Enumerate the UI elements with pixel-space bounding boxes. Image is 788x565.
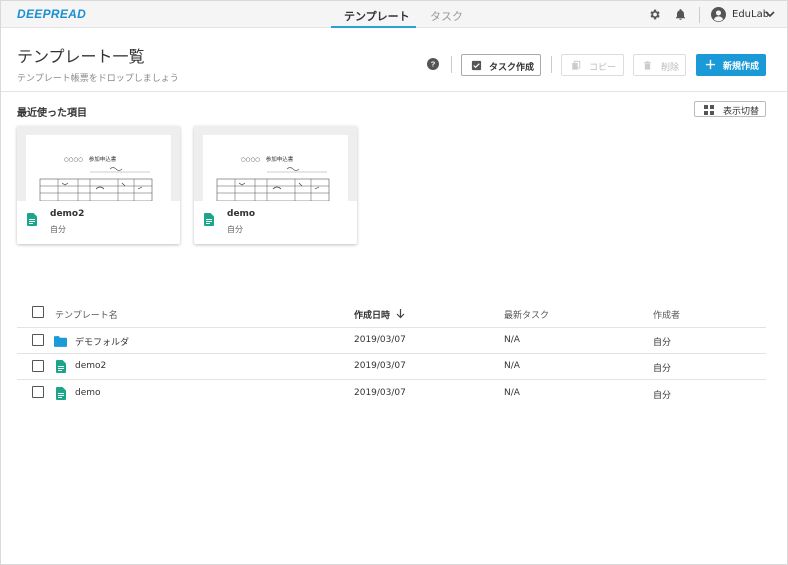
toggle-view-label: 表示切替 <box>723 107 760 117</box>
card-name: demo2 <box>50 209 85 219</box>
user-avatar-icon[interactable] <box>711 7 726 22</box>
new-template-label: 新規作成 <box>723 62 760 72</box>
row-name[interactable]: demo2 <box>75 361 106 371</box>
select-all-checkbox[interactable] <box>32 306 44 318</box>
row-created: 2019/03/07 <box>354 388 406 398</box>
delete-button[interactable]: 削除 <box>633 54 686 76</box>
row-author: 自分 <box>653 391 672 401</box>
page-subtitle: テンプレート帳票をドロップしましょう <box>17 74 179 84</box>
header-divider <box>1 91 787 92</box>
active-tab-indicator <box>331 26 416 28</box>
column-header-name[interactable]: テンプレート名 <box>55 308 118 321</box>
column-header-author[interactable]: 作成者 <box>653 308 680 321</box>
file-icon <box>56 387 66 400</box>
column-header-created[interactable]: 作成日時 <box>354 308 405 321</box>
card-thumbnail: ○○○○ 参加申込書 <box>17 126 180 201</box>
file-icon <box>56 360 66 373</box>
arrow-down-icon <box>396 309 405 319</box>
toolbar-divider <box>451 56 452 73</box>
tab-templates[interactable]: テンプレート <box>344 8 410 24</box>
table-divider <box>17 379 766 380</box>
create-task-label: タスク作成 <box>489 63 535 73</box>
new-template-button[interactable]: 新規作成 <box>696 54 766 76</box>
row-checkbox[interactable] <box>32 386 44 398</box>
chevron-down-icon[interactable] <box>765 10 775 18</box>
form-title: ○○○○ 参加申込書 <box>241 155 294 163</box>
copy-icon <box>572 60 581 70</box>
row-author: 自分 <box>653 338 672 348</box>
user-name[interactable]: EduLab <box>732 9 769 20</box>
row-created: 2019/03/07 <box>354 335 406 345</box>
row-latest-task: N/A <box>504 361 520 371</box>
svg-text:?: ? <box>431 60 436 69</box>
row-name[interactable]: デモフォルダ <box>75 335 129 348</box>
card-thumbnail: ○○○○ 参加申込書 <box>194 126 357 201</box>
plus-icon <box>705 59 716 70</box>
create-task-button[interactable]: タスク作成 <box>461 54 541 76</box>
row-created: 2019/03/07 <box>354 361 406 371</box>
card-name: demo <box>227 209 256 219</box>
column-header-latest-task[interactable]: 最新タスク <box>504 308 549 321</box>
recent-card-demo[interactable]: ○○○○ 参加申込書 demo 自分 <box>194 126 357 244</box>
card-owner: 自分 <box>50 225 66 234</box>
row-latest-task: N/A <box>504 335 520 345</box>
row-checkbox[interactable] <box>32 334 44 346</box>
checkbox-icon <box>471 60 482 71</box>
help-icon[interactable]: ? <box>427 58 439 70</box>
topbar-divider <box>699 7 700 23</box>
grid-icon <box>704 105 714 115</box>
toolbar-divider <box>551 56 552 73</box>
tab-tasks[interactable]: タスク <box>430 8 463 24</box>
top-bar: DEEPREAD テンプレート タスク EduLab <box>1 1 787 28</box>
gear-icon[interactable] <box>648 8 661 21</box>
form-preview: ○○○○ 参加申込書 <box>203 135 348 201</box>
trash-icon <box>644 61 651 70</box>
recent-card-demo2[interactable]: ○○○○ 参加申込書 demo2 自分 <box>17 126 180 244</box>
page-title: テンプレート一覧 <box>17 47 145 66</box>
row-latest-task: N/A <box>504 388 520 398</box>
copy-button[interactable]: コピー <box>561 54 624 76</box>
row-checkbox[interactable] <box>32 360 44 372</box>
copy-label: コピー <box>589 63 617 73</box>
toggle-view-button[interactable]: 表示切替 <box>694 101 766 117</box>
bell-icon[interactable] <box>674 8 687 21</box>
table-divider <box>17 353 766 354</box>
file-icon <box>204 213 214 226</box>
column-header-created-label: 作成日時 <box>354 311 391 321</box>
row-author: 自分 <box>653 364 672 374</box>
folder-icon <box>54 336 67 347</box>
row-name[interactable]: demo <box>75 388 101 398</box>
app-window <box>0 0 788 565</box>
table-divider <box>17 327 766 328</box>
form-preview: ○○○○ 参加申込書 <box>26 135 171 201</box>
app-logo[interactable]: DEEPREAD <box>17 7 86 21</box>
file-icon <box>27 213 37 226</box>
card-owner: 自分 <box>227 225 243 234</box>
form-title: ○○○○ 参加申込書 <box>64 155 117 163</box>
delete-label: 削除 <box>661 63 680 73</box>
recent-section-title: 最近使った項目 <box>17 108 87 119</box>
